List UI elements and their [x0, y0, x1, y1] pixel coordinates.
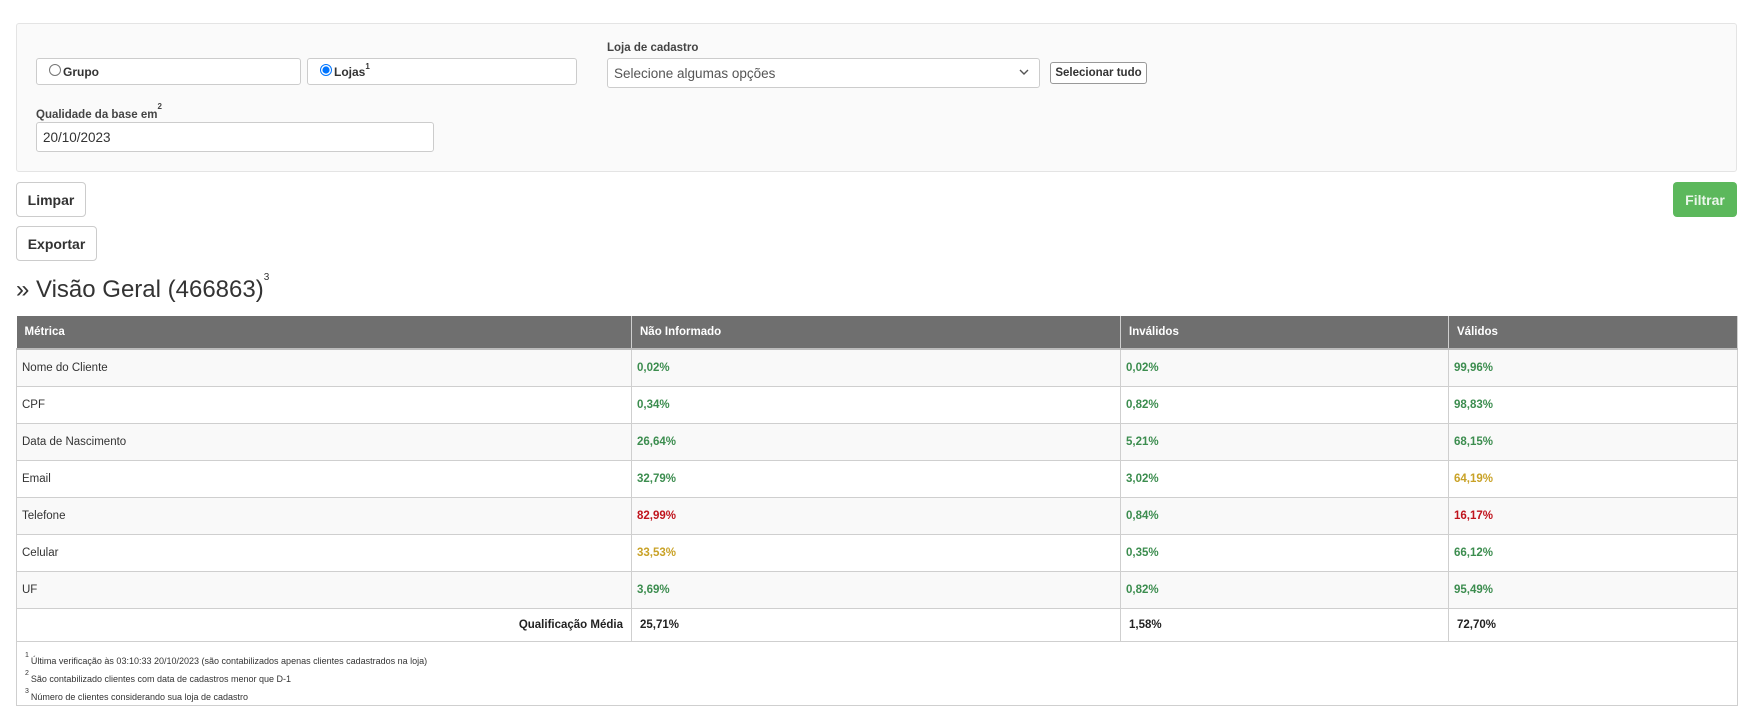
invalidos-cell: 0,82%	[1120, 385, 1449, 424]
nao-informado-cell: 82,99%	[631, 496, 1121, 535]
validos-cell: 99,96%	[1448, 348, 1738, 387]
column-header: Inválidos	[1120, 316, 1449, 350]
chevron-down-icon	[1019, 69, 1029, 75]
invalidos-cell: 0,02%	[1120, 348, 1449, 387]
metric-cell: Nome do Cliente	[16, 348, 632, 387]
nao-informado-cell: 26,64%	[631, 422, 1121, 461]
nao-informado-cell: 33,53%	[631, 533, 1121, 572]
loja-select-placeholder: Selecione algumas opções	[614, 65, 776, 81]
summary-label: Qualificação Média	[16, 607, 632, 642]
footnote: 3Número de clientes considerando sua loj…	[25, 687, 1729, 705]
nao-informado-cell: 0,34%	[631, 385, 1121, 424]
validos-cell: 16,17%	[1448, 496, 1738, 535]
footnote-mark: 1	[25, 651, 29, 659]
overview-title: » Visão Geral (466863)3	[16, 272, 269, 304]
summary-nao-informado: 25,71%	[631, 607, 1121, 642]
loja-select[interactable]: Selecione algumas opções	[607, 58, 1040, 88]
summary-invalidos: 1,58%	[1120, 607, 1449, 642]
invalidos-cell: 3,02%	[1120, 459, 1449, 498]
date-label: Qualidade da base em2	[36, 102, 162, 121]
table-row: Email 32,79% 3,02% 64,19%	[16, 459, 1738, 498]
radio-grupo[interactable]: Grupo	[36, 58, 301, 85]
footnote-mark: 2	[25, 669, 29, 677]
column-header: Métrica	[16, 316, 632, 350]
table-header-row: Métrica Não Informado Inválidos Válidos	[16, 316, 1738, 350]
validos-cell: 68,15%	[1448, 422, 1738, 461]
radio-lojas[interactable]: Lojas 1	[307, 58, 577, 85]
date-label-text: Qualidade da base em	[36, 108, 158, 121]
table-row: Telefone 82,99% 0,84% 16,17%	[16, 496, 1738, 535]
select-all-button[interactable]: Selecionar tudo	[1050, 62, 1147, 84]
loja-label: Loja de cadastro	[607, 42, 699, 54]
metric-cell: CPF	[16, 385, 632, 424]
quality-table: Métrica Não Informado Inválidos Válidos …	[16, 316, 1738, 706]
radio-lojas-input[interactable]	[320, 63, 332, 76]
summary-row: Qualificação Média 25,71% 1,58% 72,70%	[16, 607, 1738, 642]
invalidos-cell: 5,21%	[1120, 422, 1449, 461]
overview-title-text: » Visão Geral (466863)	[16, 276, 264, 303]
nao-informado-cell: 32,79%	[631, 459, 1121, 498]
nao-informado-cell: 3,69%	[631, 570, 1121, 609]
validos-cell: 66,12%	[1448, 533, 1738, 572]
date-label-footnote: 2	[157, 102, 162, 111]
column-header: Não Informado	[631, 316, 1121, 350]
footnote-text: Número de clientes considerando sua loja…	[30, 691, 249, 702]
filter-button[interactable]: Filtrar	[1673, 182, 1737, 217]
footnote: 2São contabilizado clientes com data de …	[25, 669, 1729, 687]
footnote-text: São contabilizado clientes com data de c…	[30, 673, 292, 684]
validos-cell: 95,49%	[1448, 570, 1738, 609]
metric-cell: Email	[16, 459, 632, 498]
metric-cell: Data de Nascimento	[16, 422, 632, 461]
overview-title-footnote: 3	[263, 272, 270, 283]
validos-cell: 64,19%	[1448, 459, 1738, 498]
footnotes: 1Última verificação às 03:10:33 20/10/20…	[16, 640, 1738, 706]
validos-cell: 98,83%	[1448, 385, 1738, 424]
date-input[interactable]	[36, 122, 434, 152]
invalidos-cell: 0,82%	[1120, 570, 1449, 609]
radio-grupo-input[interactable]	[49, 63, 61, 76]
radio-grupo-label: Grupo	[63, 64, 99, 79]
invalidos-cell: 0,84%	[1120, 496, 1449, 535]
table-row: CPF 0,34% 0,82% 98,83%	[16, 385, 1738, 424]
metric-cell: Celular	[16, 533, 632, 572]
table-row: Data de Nascimento 26,64% 5,21% 68,15%	[16, 422, 1738, 461]
table-row: Nome do Cliente 0,02% 0,02% 99,96%	[16, 348, 1738, 387]
metric-cell: Telefone	[16, 496, 632, 535]
radio-lojas-label: Lojas	[334, 64, 366, 79]
column-header: Válidos	[1448, 316, 1738, 350]
radio-lojas-footnote: 1	[365, 62, 370, 71]
invalidos-cell: 0,35%	[1120, 533, 1449, 572]
summary-validos: 72,70%	[1448, 607, 1738, 642]
footnotes-row: 1Última verificação às 03:10:33 20/10/20…	[16, 640, 1738, 706]
export-button[interactable]: Exportar	[16, 226, 97, 261]
table-body: Nome do Cliente 0,02% 0,02% 99,96% CPF 0…	[16, 348, 1738, 706]
footnote: 1Última verificação às 03:10:33 20/10/20…	[25, 651, 1729, 669]
table-row: UF 3,69% 0,82% 95,49%	[16, 570, 1738, 609]
metric-cell: UF	[16, 570, 632, 609]
footnote-text: Última verificação às 03:10:33 20/10/202…	[30, 655, 428, 666]
clear-button[interactable]: Limpar	[16, 182, 86, 217]
table-row: Celular 33,53% 0,35% 66,12%	[16, 533, 1738, 572]
nao-informado-cell: 0,02%	[631, 348, 1121, 387]
footnote-mark: 3	[25, 687, 29, 695]
filter-panel: Grupo Lojas 1 Loja de cadastro Selecione …	[16, 23, 1737, 172]
